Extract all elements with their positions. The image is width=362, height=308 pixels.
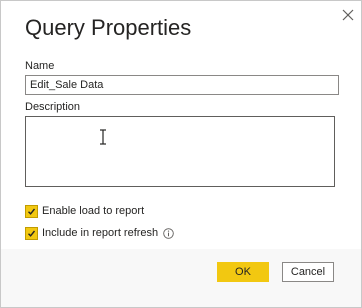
close-button[interactable] bbox=[338, 5, 358, 25]
include-refresh-checkbox[interactable] bbox=[25, 226, 38, 240]
enable-load-checkbox[interactable] bbox=[25, 204, 38, 218]
close-icon bbox=[342, 9, 354, 21]
include-refresh-label: Include in report refresh bbox=[42, 227, 159, 239]
enable-load-label: Enable load to report bbox=[42, 205, 145, 217]
checkmark-icon bbox=[28, 208, 36, 215]
include-refresh-checkbox-row[interactable]: Include in report refresh bbox=[25, 226, 174, 240]
enable-load-checkbox-row[interactable]: Enable load to report bbox=[25, 204, 144, 218]
info-icon[interactable] bbox=[163, 227, 174, 239]
description-textarea[interactable] bbox=[25, 116, 335, 187]
name-label: Name bbox=[25, 60, 55, 72]
query-properties-dialog: Query Properties Name Description Enable… bbox=[0, 0, 362, 308]
checkmark-icon bbox=[28, 230, 36, 237]
dialog-title: Query Properties bbox=[25, 15, 192, 40]
name-input[interactable] bbox=[25, 75, 339, 95]
ok-button[interactable]: OK bbox=[217, 262, 269, 282]
description-label: Description bbox=[25, 101, 81, 113]
cancel-button[interactable]: Cancel bbox=[282, 262, 334, 282]
text-cursor-icon bbox=[100, 129, 106, 145]
